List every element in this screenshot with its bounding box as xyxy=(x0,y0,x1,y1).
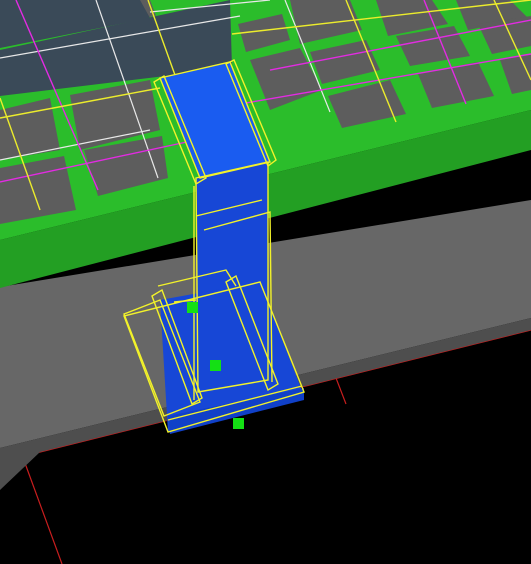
scene-canvas[interactable] xyxy=(0,0,531,564)
3d-editor-viewport[interactable] xyxy=(0,0,531,564)
transform-handle-top[interactable] xyxy=(187,302,198,313)
axis-line-short xyxy=(335,377,347,405)
transform-handle-bottom[interactable] xyxy=(233,418,244,429)
axis-line-diagonal xyxy=(21,454,63,564)
transform-handle-middle[interactable] xyxy=(210,360,221,371)
